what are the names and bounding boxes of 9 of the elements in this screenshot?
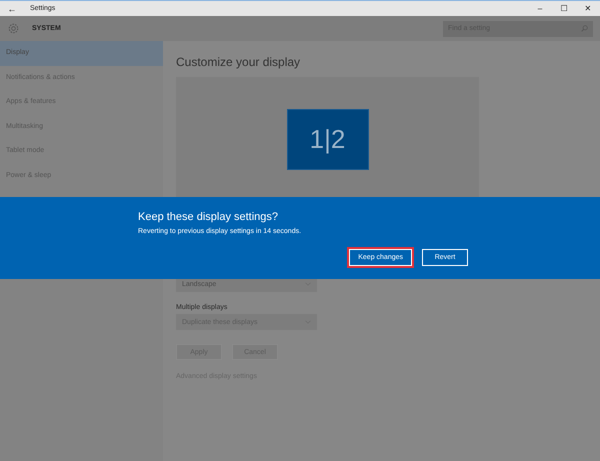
close-button[interactable]: ✕ xyxy=(576,4,600,13)
dialog-title: Keep these display settings? xyxy=(138,211,278,223)
settings-icon xyxy=(7,22,20,35)
page-title: Customize your display xyxy=(176,55,300,69)
search-icon xyxy=(581,25,588,32)
maximize-button[interactable]: ☐ xyxy=(552,4,576,13)
minimize-button[interactable]: – xyxy=(528,4,552,13)
back-button[interactable]: ← xyxy=(0,4,24,14)
monitor-tile[interactable]: 1|2 xyxy=(286,109,368,170)
